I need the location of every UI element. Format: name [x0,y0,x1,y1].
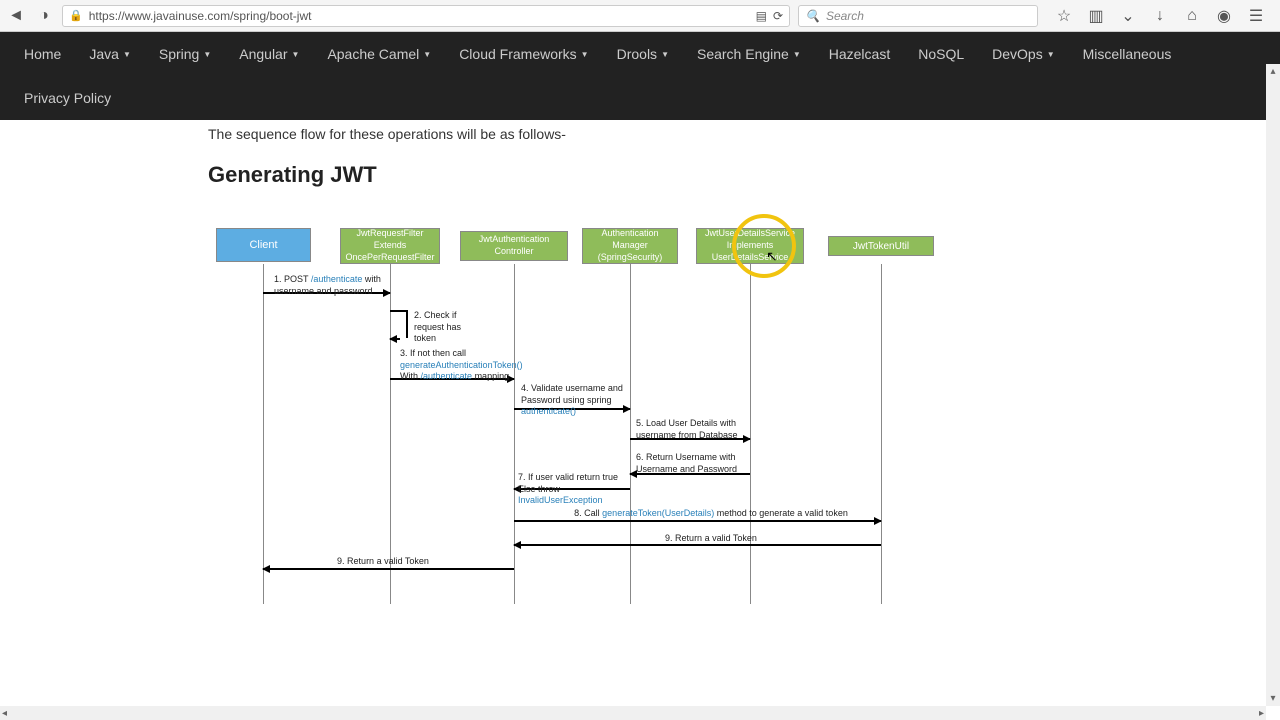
box-jwt-auth-controller: JwtAuthenticationController [460,231,568,261]
toolbar-icons: ☆ ▥ ⌄ ↓ ⌂ ◉ ☰ [1046,6,1274,26]
search-box[interactable]: 🔍 Search [798,5,1038,27]
chevron-down-icon: ▼ [661,50,669,59]
sequence-diagram: Client JwtRequestFilterExtendsOncePerReq… [208,228,948,608]
main-nav: Home Java▼ Spring▼ Angular▼ Apache Camel… [0,32,1280,120]
chevron-down-icon: ▼ [581,50,589,59]
search-placeholder: Search [826,9,864,23]
label-6: 6. Return Username with Username and Pas… [636,452,751,475]
back-button[interactable]: ◄ [6,6,26,26]
chevron-down-icon: ▼ [203,50,211,59]
library-icon[interactable]: ▥ [1086,6,1106,26]
nav-cloud-frameworks[interactable]: Cloud Frameworks▼ [445,32,602,76]
search-icon: 🔍 [805,9,820,23]
lifeline-client [263,264,264,604]
nav-home[interactable]: Home [10,32,75,76]
arrow-2b [406,310,408,338]
arrow-2 [390,338,400,340]
lifeline-authmanager [630,264,631,604]
label-8: 8. Call generateToken(UserDetails) metho… [546,508,876,520]
browser-toolbar: ◄ ◑ 🔒 https://www.javainuse.com/spring/b… [0,0,1280,32]
intro-text: The sequence flow for these operations w… [208,126,1280,142]
nav-miscellaneous[interactable]: Miscellaneous [1069,32,1186,76]
download-icon[interactable]: ↓ [1150,6,1170,26]
cursor-icon: ↖ [766,248,778,265]
label-7: 7. If user valid return true Else throw … [518,472,633,507]
label-2: 2. Check if request has token [414,310,469,345]
shield-icon[interactable]: ◑ [34,6,54,26]
reload-icon[interactable]: ⟳ [773,9,783,23]
chevron-down-icon: ▼ [123,50,131,59]
label-5: 5. Load User Details with username from … [636,418,751,441]
chevron-down-icon: ▼ [292,50,300,59]
pocket-icon[interactable]: ⌄ [1118,6,1138,26]
vertical-scrollbar[interactable]: ▴▾ [1266,64,1280,706]
label-3: 3. If not then call generateAuthenticati… [400,348,515,383]
nav-angular[interactable]: Angular▼ [225,32,313,76]
box-jwt-request-filter: JwtRequestFilterExtendsOncePerRequestFil… [340,228,440,264]
menu-icon[interactable]: ☰ [1246,6,1266,26]
nav-java[interactable]: Java▼ [75,32,145,76]
url-bar[interactable]: 🔒 https://www.javainuse.com/spring/boot-… [62,5,790,27]
lock-icon: 🔒 [69,9,83,22]
page-content: The sequence flow for these operations w… [0,120,1280,608]
arrow-10 [263,568,514,570]
label-9: 9. Return a valid Token [546,533,876,545]
chevron-down-icon: ▼ [1047,50,1055,59]
nav-apache-camel[interactable]: Apache Camel▼ [313,32,445,76]
nav-nosql[interactable]: NoSQL [904,32,978,76]
arrow-8 [514,520,881,522]
horizontal-scrollbar[interactable]: ◂▸ [0,706,1266,720]
chevron-down-icon: ▼ [793,50,801,59]
lifeline-tokenutil [881,264,882,604]
label-1: 1. POST /authenticate with username and … [274,274,389,297]
section-heading: Generating JWT [208,162,1280,188]
box-jwt-token-util: JwtTokenUtil [828,236,934,256]
nav-devops[interactable]: DevOps▼ [978,32,1069,76]
nav-privacy-policy[interactable]: Privacy Policy [10,76,130,120]
home-icon[interactable]: ⌂ [1182,6,1202,26]
nav-spring[interactable]: Spring▼ [145,32,225,76]
reader-icon[interactable]: ▤ [756,9,767,23]
lifeline-filter [390,264,391,604]
chevron-down-icon: ▼ [423,50,431,59]
nav-search-engine[interactable]: Search Engine▼ [683,32,815,76]
label-10: 9. Return a valid Token [308,556,458,568]
chat-icon[interactable]: ◉ [1214,6,1234,26]
box-jwt-user-details-service: JwtUserDetailsServiceImplementsUserDetai… [696,228,804,264]
url-text: https://www.javainuse.com/spring/boot-jw… [89,9,750,23]
box-auth-manager: AuthenticationManager(SpringSecurity) [582,228,678,264]
nav-hazelcast[interactable]: Hazelcast [815,32,904,76]
star-icon[interactable]: ☆ [1054,6,1074,26]
label-4: 4. Validate username and Password using … [521,383,626,418]
nav-drools[interactable]: Drools▼ [603,32,683,76]
box-client: Client [216,228,311,262]
lifeline-controller [514,264,515,604]
